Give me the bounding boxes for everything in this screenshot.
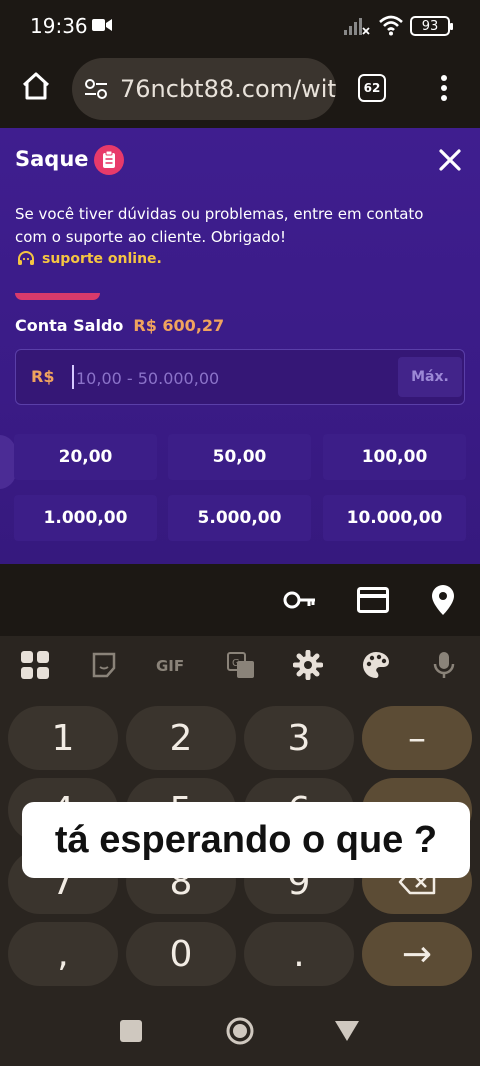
text-cursor [72,365,74,389]
close-icon[interactable] [438,148,462,172]
caption-overlay: tá esperando o que ? [22,802,470,878]
credit-card-icon[interactable] [357,587,389,613]
more-menu-icon[interactable] [436,72,452,104]
modal-title: Saque [15,147,89,171]
quick-amount-chip[interactable]: 10.000,00 [323,495,466,541]
key-icon[interactable] [283,588,317,612]
tab-count: 62 [363,81,381,95]
wifi-icon [379,15,403,36]
max-button[interactable]: Máx. [398,357,462,397]
status-time: 19:36 [30,14,88,38]
amount-input[interactable] [76,362,396,394]
microphone-icon[interactable] [429,650,459,680]
balance-row: Conta Saldo R$ 600,27 [15,316,224,335]
site-settings-icon[interactable] [84,78,108,100]
quick-amount-chip[interactable]: 20,00 [14,434,157,480]
cell-signal-icon [344,18,370,35]
headset-icon [18,251,34,265]
recents-icon[interactable] [120,1020,142,1042]
settings-gear-icon[interactable] [293,650,323,680]
theme-palette-icon[interactable] [361,650,391,680]
currency-prefix: R$ [31,367,55,386]
support-online-link[interactable]: suporte online. [17,248,162,270]
balance-label: Conta Saldo [15,316,124,335]
svg-text:GIF: GIF [156,657,184,675]
url-text[interactable]: 76ncbt88.com/with [120,75,336,103]
sticker-icon[interactable] [89,650,119,680]
back-icon[interactable] [334,1020,360,1042]
quick-amount-chip[interactable]: 5.000,00 [168,495,311,541]
key-next[interactable]: → [362,922,472,986]
key-3[interactable]: 3 [244,706,354,770]
location-pin-icon[interactable] [431,584,455,616]
key-1[interactable]: 1 [8,706,118,770]
key-comma[interactable]: , [8,922,118,986]
apps-grid-icon[interactable] [20,650,50,680]
balance-value: R$ 600,27 [133,316,225,335]
key-2[interactable]: 2 [126,706,236,770]
translate-icon[interactable]: G [226,650,256,680]
quick-amount-chip[interactable]: 50,00 [168,434,311,480]
video-camera-icon [92,19,112,31]
tab-switcher-button[interactable]: 62 [358,74,386,102]
autofill-bar [0,564,480,636]
key-0[interactable]: 0 [126,922,236,986]
quick-amount-chip[interactable]: 1.000,00 [14,495,157,541]
gif-icon[interactable]: GIF [155,650,187,680]
amount-field[interactable]: R$ Máx. [15,349,465,405]
clipboard-icon [94,145,124,175]
nav-home-icon[interactable] [226,1017,254,1045]
key-period[interactable]: . [244,922,354,986]
address-bar[interactable]: 76ncbt88.com/with [72,58,336,120]
support-link-label[interactable]: suporte online. [42,251,162,267]
browser-toolbar: 76ncbt88.com/with 62 [0,52,480,128]
withdraw-modal: Saque Se você tiver dúvidas ou problemas… [0,128,480,564]
battery-level: 93 [421,18,439,34]
status-bar: 19:36 93 [0,0,480,52]
battery-indicator: 93 [410,16,453,36]
support-info-text: Se você tiver dúvidas ou problemas, entr… [15,205,424,246]
active-tab-indicator [15,293,100,300]
key-minus[interactable]: – [362,706,472,770]
home-icon[interactable] [20,70,52,102]
svg-text:G: G [232,658,240,669]
quick-amount-chip[interactable]: 100,00 [323,434,466,480]
system-nav-bar [0,996,480,1066]
